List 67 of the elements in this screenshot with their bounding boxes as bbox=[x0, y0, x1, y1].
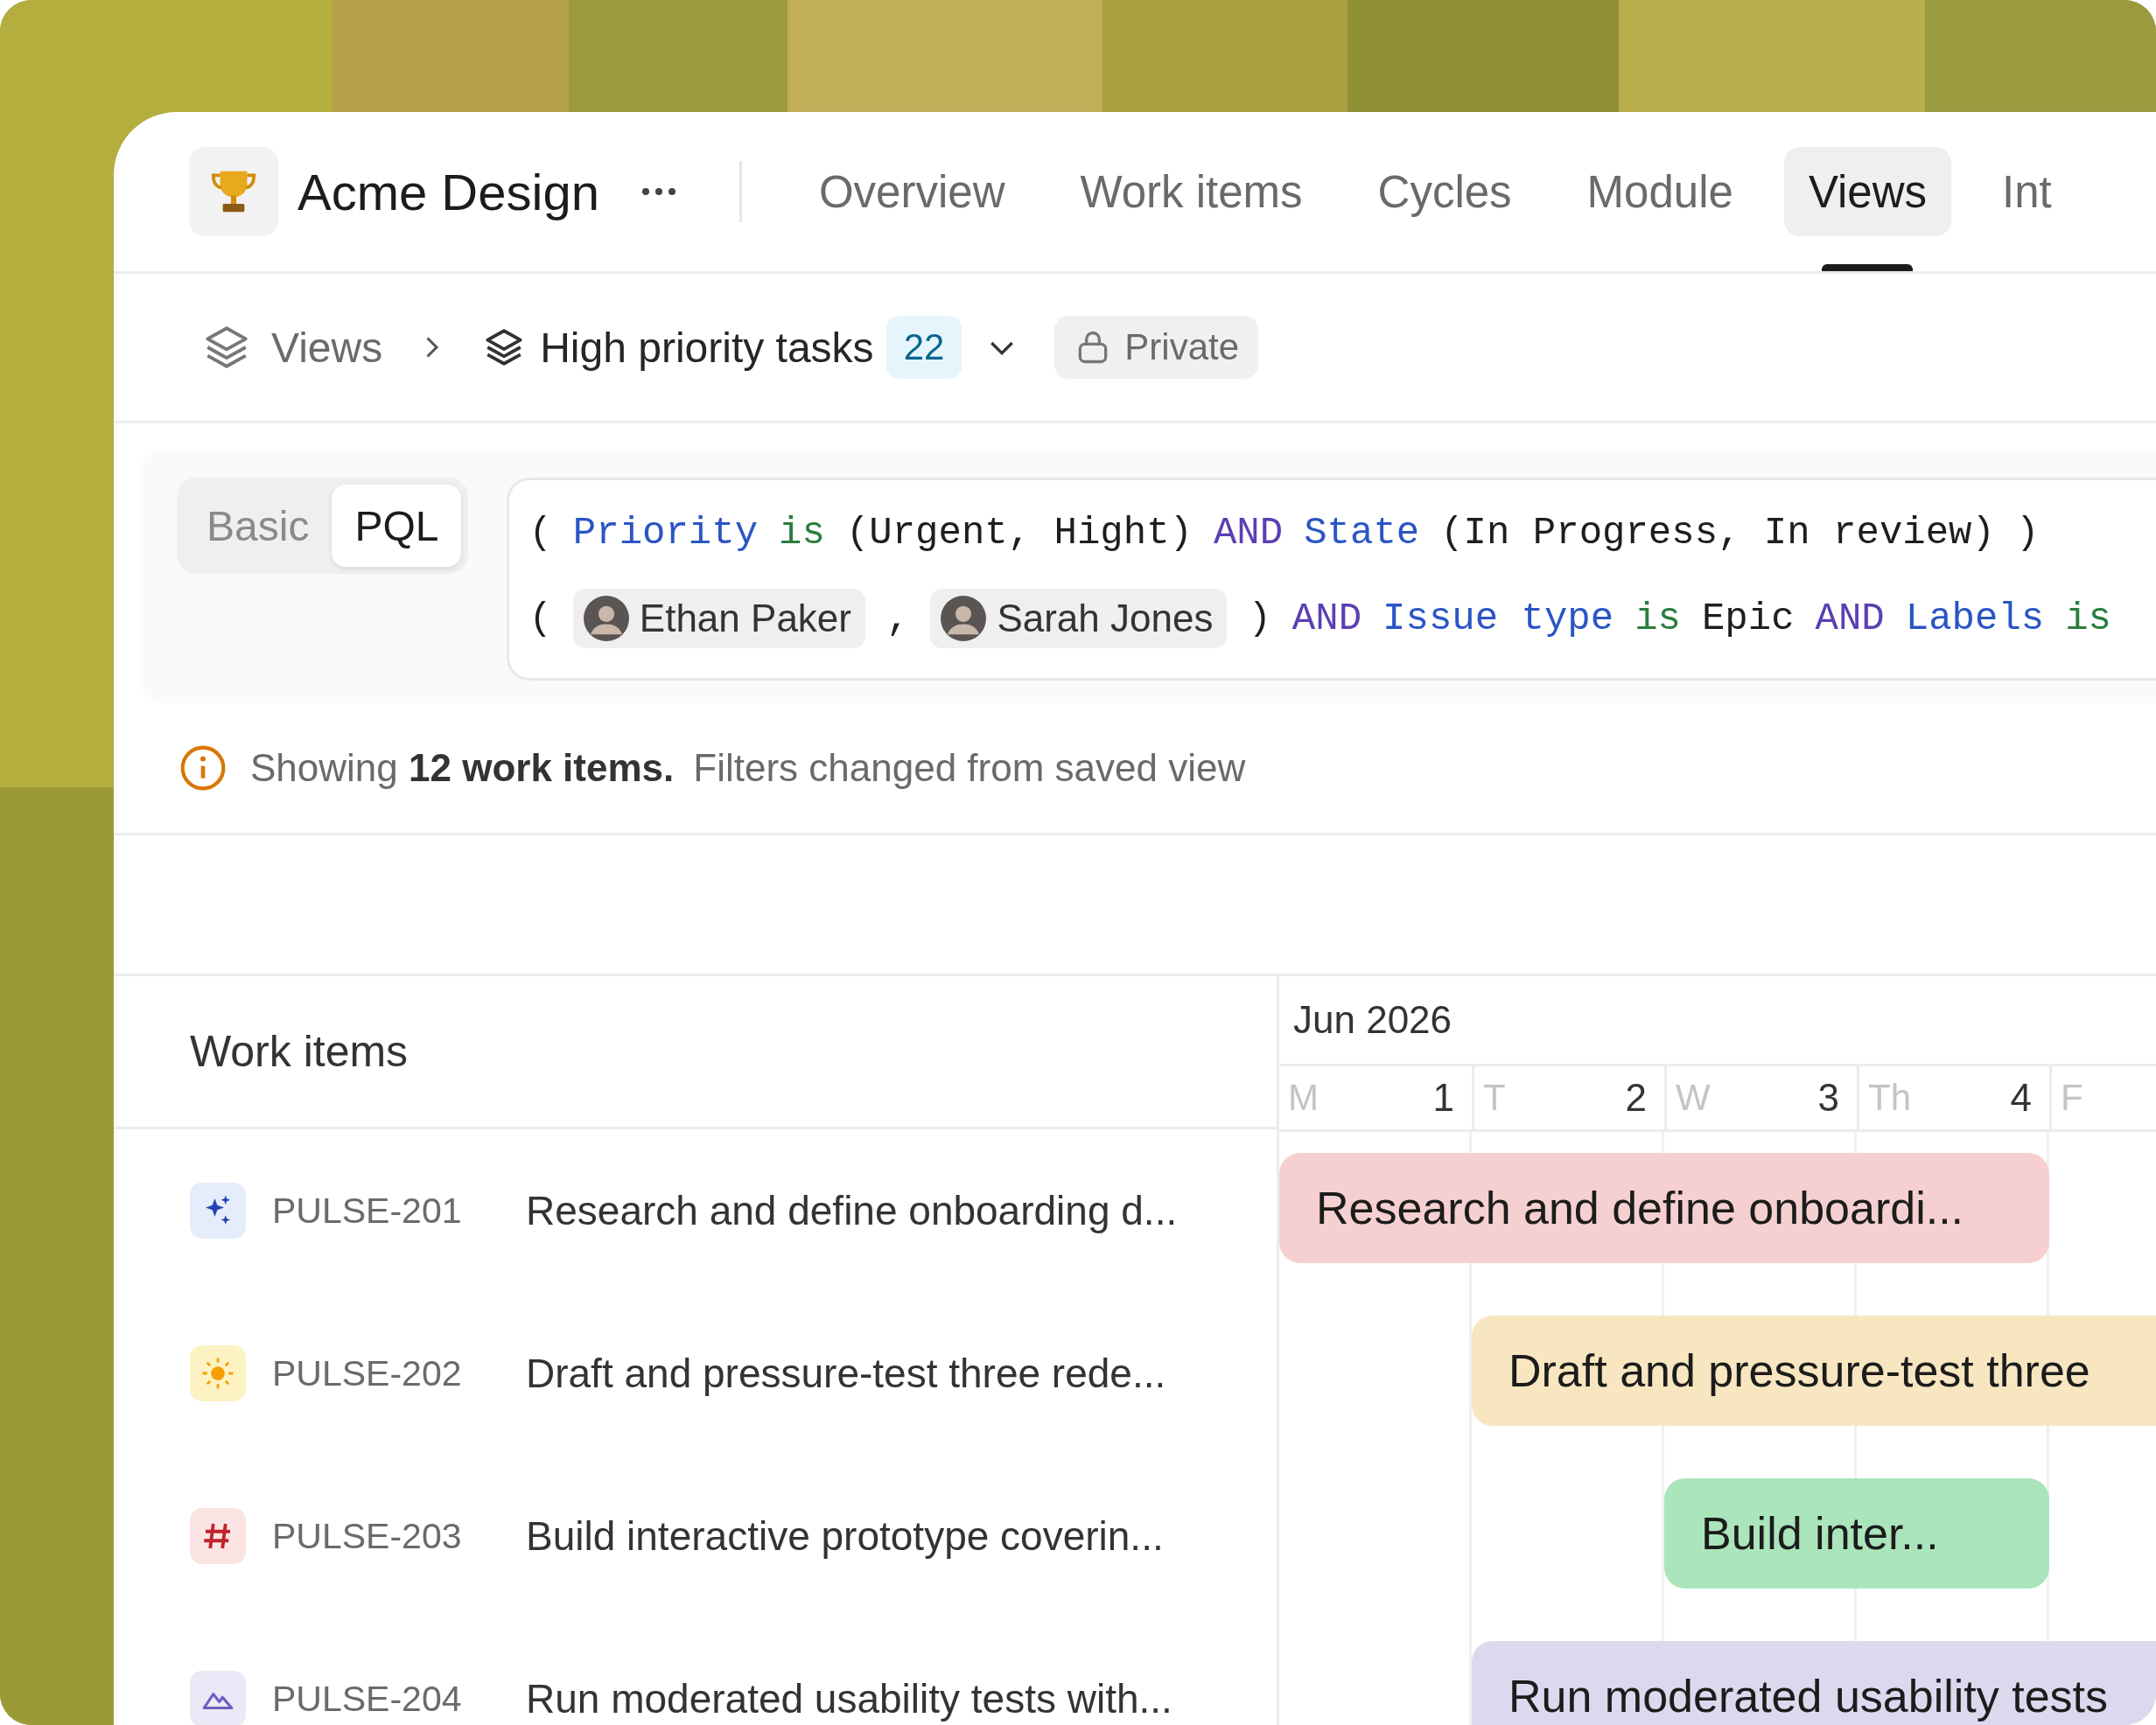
project-logo[interactable] bbox=[189, 147, 278, 236]
timeline-bar[interactable]: Run moderated usability tests bbox=[1472, 1641, 2156, 1725]
count-badge: 22 bbox=[886, 316, 962, 379]
info-icon bbox=[178, 744, 228, 793]
date-label: 3 bbox=[1817, 1076, 1839, 1120]
item-title[interactable]: Draft and pressure-test three rede... bbox=[526, 1350, 1166, 1397]
date-label: 1 bbox=[1432, 1076, 1454, 1120]
query-text: ( bbox=[528, 511, 552, 555]
column-header: Work items bbox=[190, 1026, 409, 1077]
query-keyword: AND bbox=[1292, 597, 1362, 640]
field-name: State bbox=[1304, 511, 1420, 555]
breadcrumb-link[interactable]: Views bbox=[271, 323, 383, 372]
item-id: PULSE-204 bbox=[272, 1678, 463, 1720]
visibility-label: Private bbox=[1124, 326, 1240, 368]
weekday-label: Th bbox=[1868, 1077, 1911, 1119]
date-label: 4 bbox=[2010, 1076, 2032, 1120]
query-text: Epic bbox=[1701, 597, 1795, 640]
weekday-label: M bbox=[1288, 1077, 1319, 1119]
item-type-icon bbox=[190, 1345, 246, 1401]
person-name: Ethan Paker bbox=[639, 597, 851, 640]
notice-text: Showing 12 work items. bbox=[250, 746, 675, 790]
nav-tab[interactable]: Cycles bbox=[1353, 147, 1536, 236]
timeline-bar[interactable]: Research and define onboardi... bbox=[1279, 1153, 2049, 1263]
field-name: Labels bbox=[1905, 597, 2045, 640]
project-name: Acme Design bbox=[298, 162, 599, 221]
operator: is bbox=[1634, 597, 1681, 640]
nav-tab[interactable]: Overview bbox=[794, 147, 1030, 236]
query-text: , bbox=[886, 597, 910, 640]
query-editor[interactable]: ( Priority is (Urgent, Hight) AND State (In Progress, In review) ) ( Ethan Paker , Sarah Jones ) AND Issue type is Epic AND Labels is bbox=[507, 478, 2156, 681]
field-name: Issue type bbox=[1382, 597, 1614, 640]
item-id: PULSE-202 bbox=[272, 1352, 463, 1394]
month-label: Jun 2026 bbox=[1293, 998, 1452, 1042]
query-text: (Urgent, Hight) bbox=[845, 511, 1193, 555]
item-id: PULSE-203 bbox=[272, 1515, 463, 1557]
operator: is bbox=[779, 511, 825, 555]
item-type-icon bbox=[190, 1183, 246, 1239]
item-id: PULSE-201 bbox=[272, 1190, 463, 1232]
operator: is bbox=[2065, 597, 2112, 640]
query-text: ( bbox=[528, 597, 552, 640]
item-title[interactable]: Run moderated usability tests with... bbox=[526, 1675, 1172, 1722]
view-title: High priority tasks bbox=[540, 323, 874, 372]
query-text: ) bbox=[2015, 511, 2040, 555]
avatar-icon bbox=[941, 596, 987, 641]
avatar-icon bbox=[583, 596, 629, 641]
weekday-label: F bbox=[2061, 1077, 2083, 1119]
query-keyword: AND bbox=[1213, 511, 1284, 555]
weekday-label: T bbox=[1483, 1077, 1506, 1119]
query-text: (In Progress, In review) bbox=[1440, 511, 1995, 555]
timeline-bar[interactable]: Draft and pressure-test three bbox=[1472, 1316, 2156, 1426]
item-type-icon bbox=[190, 1671, 246, 1725]
item-type-icon bbox=[190, 1508, 246, 1564]
nav-tab[interactable]: Int bbox=[1978, 147, 2076, 236]
nav-tab[interactable]: Module bbox=[1562, 147, 1758, 236]
more-icon[interactable] bbox=[640, 187, 676, 196]
query-text: ) bbox=[1248, 597, 1271, 640]
mode-option[interactable]: PQL bbox=[332, 485, 462, 567]
item-title[interactable]: Research and define onboarding d... bbox=[526, 1187, 1178, 1234]
weekday-label: W bbox=[1676, 1077, 1711, 1119]
timeline-bar[interactable]: Build inter... bbox=[1664, 1478, 2049, 1589]
nav-tab[interactable]: Views bbox=[1783, 147, 1951, 236]
person-name: Sarah Jones bbox=[997, 597, 1214, 640]
notice-detail: Filters changed from saved view bbox=[693, 746, 1246, 790]
date-label: 2 bbox=[1625, 1076, 1647, 1120]
query-keyword: AND bbox=[1815, 597, 1885, 640]
nav-tab[interactable]: Work items bbox=[1055, 147, 1327, 236]
field-name: Priority bbox=[572, 511, 759, 555]
item-title[interactable]: Build interactive prototype coverin... bbox=[526, 1512, 1164, 1560]
